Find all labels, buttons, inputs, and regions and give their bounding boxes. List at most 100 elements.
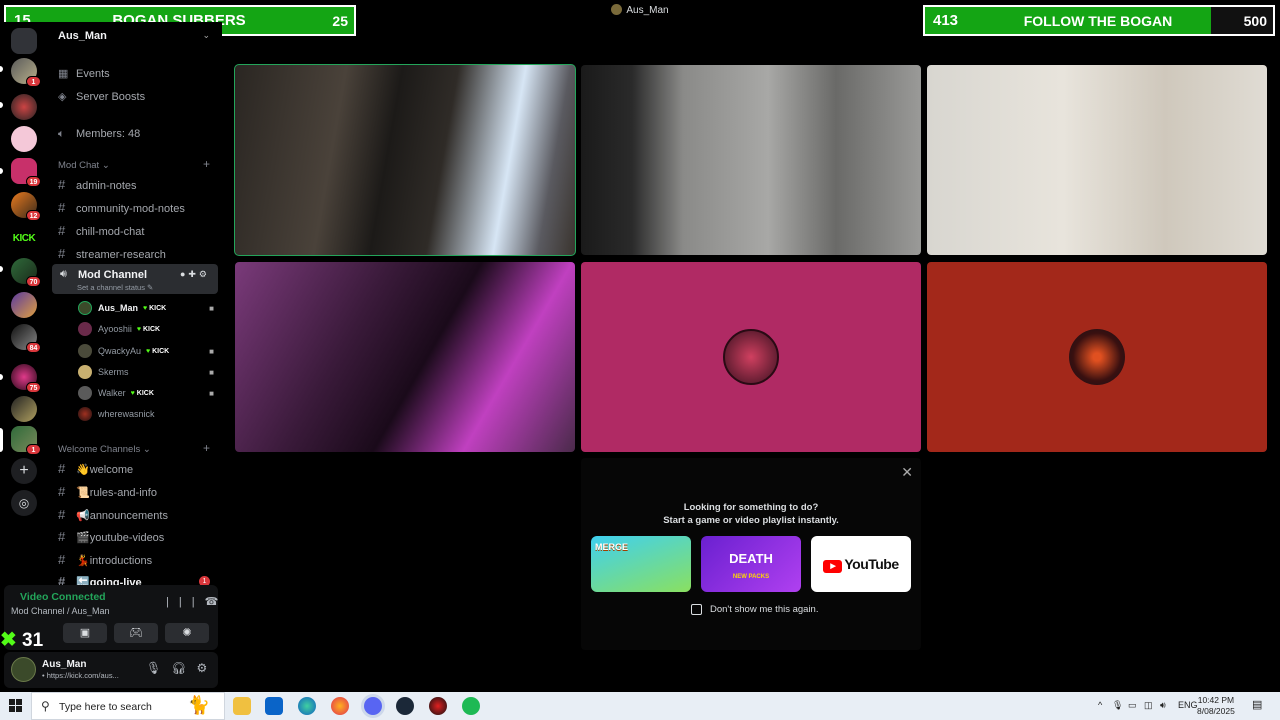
search-icon: ⚲	[41, 699, 50, 713]
voice-user[interactable]: Walker ♥ KICK ■	[78, 385, 214, 401]
server-10[interactable]: 75	[11, 364, 41, 393]
voice-user[interactable]: wherewasnick	[78, 406, 214, 422]
soundboard-button[interactable]: ✺	[165, 623, 209, 643]
voice-location[interactable]: Mod Channel / Aus_Man	[11, 606, 110, 616]
kick-server-icon[interactable]: KICK	[11, 226, 37, 252]
noise-suppression-icon[interactable]: |||	[166, 596, 205, 608]
notifications-icon[interactable]: ▤	[1252, 698, 1262, 711]
edge-icon[interactable]	[298, 697, 316, 715]
camera-icon: ■	[209, 303, 214, 313]
voice-user[interactable]: Aus_Man ♥ KICK ■	[78, 300, 214, 316]
video-tile-4[interactable]	[235, 262, 575, 452]
channel-announcements[interactable]: # 📢announcements	[58, 507, 168, 522]
gear-icon[interactable]: ⚙	[196, 661, 217, 675]
video-tile-5[interactable]	[581, 262, 921, 452]
video-tile-3[interactable]	[927, 65, 1267, 255]
add-server-icon[interactable]: +	[11, 458, 37, 484]
voice-channel-mod-channel[interactable]: 🔊︎ Mod Channel Set a channel status ✎ ●✚…	[52, 264, 218, 294]
activity-card-youtube[interactable]: ▶ YouTube	[811, 536, 911, 592]
channel-community-mod-notes[interactable]: # community-mod-notes	[58, 200, 185, 215]
file-explorer-icon[interactable]	[233, 697, 251, 715]
server-11[interactable]	[11, 396, 37, 422]
server-aus-man[interactable]: 1	[11, 426, 41, 455]
windows-start-icon[interactable]	[9, 699, 23, 713]
tray-chevron-icon[interactable]: ^	[1098, 700, 1102, 710]
kick-tag: ♥ KICK	[130, 389, 154, 397]
camera-icon: ■	[209, 388, 214, 398]
server-7[interactable]: 70	[11, 258, 41, 287]
video-tile-6[interactable]	[927, 262, 1267, 452]
network-icon[interactable]: ◫	[1144, 700, 1153, 711]
channel-chill-mod-chat[interactable]: # chill-mod-chat	[58, 223, 144, 238]
spotify-icon[interactable]	[462, 697, 480, 715]
server-5[interactable]: 12	[11, 192, 41, 221]
windows-taskbar: ⚲ Type here to search 🐈 ^ 🎙︎ ▭ ◫ 🔊︎ ENG …	[0, 692, 1280, 720]
members-count[interactable]: 🔈︎ Members: 48	[58, 128, 140, 141]
volume-icon[interactable]: 🔊︎	[1160, 700, 1166, 711]
voice-user[interactable]: QwackyAu ♥ KICK ■	[78, 343, 214, 359]
channel-youtube-videos[interactable]: # 🎬youtube-videos	[58, 529, 164, 544]
outlook-icon[interactable]	[265, 697, 283, 715]
server-name[interactable]: Aus_Man	[58, 30, 107, 42]
activity-card-merge[interactable]: MERGE	[591, 536, 691, 592]
voice-user[interactable]: Ayooshii ♥ KICK	[78, 321, 214, 337]
server-3[interactable]	[11, 126, 37, 152]
language-indicator[interactable]: ENG	[1178, 700, 1198, 710]
close-icon[interactable]: ✕	[901, 464, 913, 481]
kick-counter-overlay: ✖ 31	[0, 629, 44, 651]
voice-channel-controls[interactable]: ●✚⚙	[180, 269, 210, 280]
follow-goal-overlay: 413 FOLLOW THE BOGAN 500	[923, 5, 1275, 36]
voice-user[interactable]: Skerms ■	[78, 364, 214, 380]
channel-introductions[interactable]: # 💃introductions	[58, 552, 152, 567]
category-mod-chat[interactable]: Mod Chat ⌄	[58, 160, 110, 171]
checkbox-icon[interactable]	[691, 604, 702, 615]
microphone-icon[interactable]: 🎙︎	[146, 661, 171, 675]
video-tile-aus-man[interactable]	[234, 64, 576, 256]
channel-welcome[interactable]: # 👋welcome	[58, 461, 133, 476]
events-link[interactable]: ▦ Events	[58, 67, 110, 80]
home-icon[interactable]	[11, 28, 37, 54]
activity-card-death[interactable]: DEATH NEW PACKS	[701, 536, 801, 592]
category-welcome[interactable]: Welcome Channels ⌄	[58, 444, 151, 455]
hash-icon: #	[58, 177, 66, 192]
username[interactable]: Aus_Man	[42, 659, 86, 670]
speaker-icon: 🔊︎	[60, 268, 67, 280]
server-8[interactable]	[11, 292, 37, 318]
avatar	[78, 386, 92, 400]
avatar	[78, 344, 92, 358]
add-channel-icon[interactable]: +	[203, 157, 210, 171]
microphone-icon[interactable]: 🎙︎	[1112, 700, 1123, 711]
headphones-icon[interactable]: 🎧︎	[171, 661, 196, 675]
channel-status-hint[interactable]: Set a channel status ✎	[77, 283, 153, 292]
battery-icon[interactable]: ▭	[1128, 700, 1137, 711]
server-4[interactable]: 19	[11, 158, 41, 187]
voice-status[interactable]: Video Connected	[20, 591, 106, 603]
discord-icon[interactable]	[364, 697, 382, 715]
server-boosts-link[interactable]: ◈ Server Boosts	[58, 90, 145, 103]
steam-icon[interactable]	[396, 697, 414, 715]
channel-admin-notes[interactable]: # admin-notes	[58, 177, 137, 192]
firefox-icon[interactable]	[331, 697, 349, 715]
channel-rules-and-info[interactable]: # 📜rules-and-info	[58, 484, 157, 499]
search-highlight-icon: 🐈	[187, 695, 210, 715]
server-1[interactable]: 1	[11, 58, 41, 87]
server-2[interactable]	[11, 94, 37, 120]
channel-streamer-research[interactable]: # streamer-research	[58, 246, 166, 261]
video-tile-2[interactable]	[581, 65, 921, 255]
add-channel-icon[interactable]: +	[203, 441, 210, 455]
discover-icon[interactable]: ◎	[11, 490, 37, 516]
avatar[interactable]	[11, 657, 36, 682]
dont-show-checkbox[interactable]: Don't show me this again.	[691, 604, 818, 615]
hash-icon: #	[58, 484, 66, 499]
screen-share-button[interactable]: ▣	[63, 623, 107, 643]
obs-icon[interactable]	[429, 697, 447, 715]
webcam-feed	[235, 65, 575, 255]
kick-tag: ♥ KICK	[146, 347, 170, 355]
activities-button[interactable]: 🎮︎	[114, 623, 158, 643]
taskbar-search[interactable]: ⚲ Type here to search 🐈	[31, 692, 225, 720]
chevron-down-icon[interactable]: ⌄	[202, 30, 210, 41]
disconnect-icon[interactable]: ☎	[205, 596, 229, 608]
server-9[interactable]: 84	[11, 324, 41, 353]
taskbar-clock[interactable]: 10:42 PM 8/08/2025	[1197, 695, 1235, 717]
avatar	[1069, 329, 1125, 385]
